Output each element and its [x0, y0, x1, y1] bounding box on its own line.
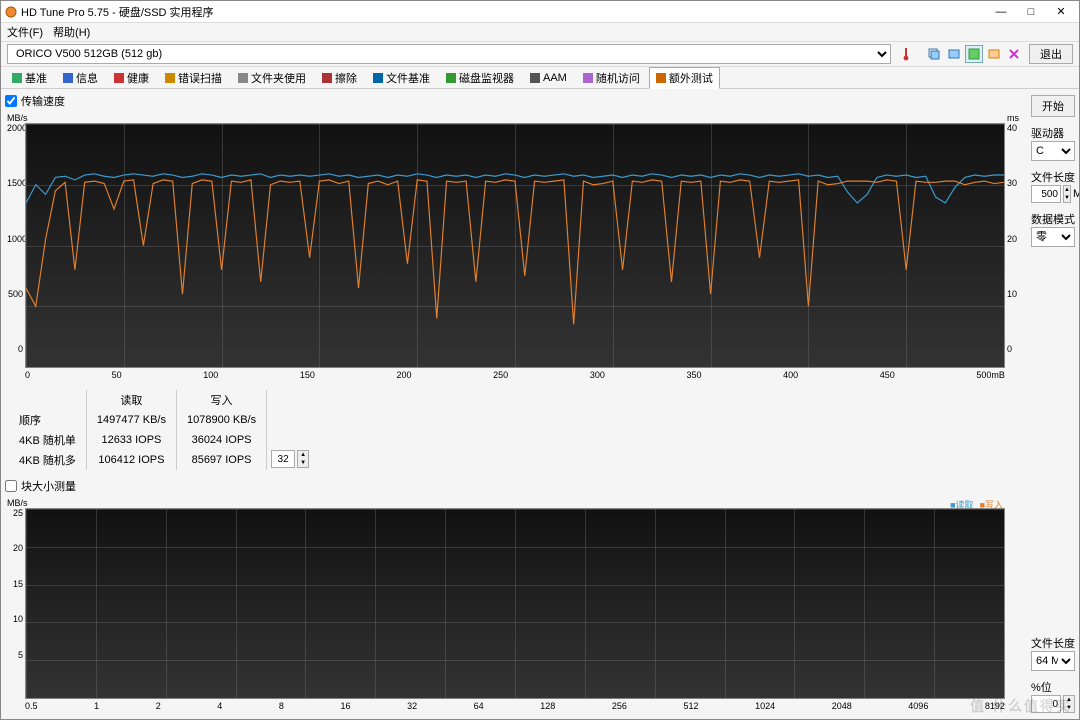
- tab-10[interactable]: 额外测试: [649, 67, 720, 89]
- filelen-spinner[interactable]: ▲▼: [1063, 185, 1071, 203]
- drive-select[interactable]: C: [1031, 141, 1075, 161]
- tool-options-icon[interactable]: [985, 45, 1003, 63]
- threads-input[interactable]: [271, 450, 295, 468]
- menu-file[interactable]: 文件(F): [7, 24, 43, 40]
- transfer-speed-checkbox[interactable]: 传输速度: [5, 93, 1023, 109]
- app-icon: [5, 6, 17, 18]
- maximize-button[interactable]: □: [1017, 3, 1045, 21]
- y-axis-left: 2000150010005000: [7, 123, 23, 354]
- y-unit-right: ms: [1007, 113, 1019, 123]
- tab-6[interactable]: 文件基准: [366, 67, 437, 89]
- misc-spinner[interactable]: ▲▼: [1063, 695, 1075, 713]
- misc-input[interactable]: [1031, 695, 1061, 713]
- blocksize-checkbox[interactable]: 块大小测量: [5, 478, 1023, 494]
- minimize-button[interactable]: —: [987, 3, 1015, 21]
- temperature-icon[interactable]: [897, 45, 915, 63]
- tab-9[interactable]: 随机访问: [576, 67, 647, 89]
- device-selector[interactable]: ORICO V500 512GB (512 gb): [7, 44, 891, 64]
- device-toolbar: ORICO V500 512GB (512 gb) 退出: [1, 41, 1079, 67]
- filelen-label: 文件长度: [1031, 169, 1075, 185]
- menubar: 文件(F) 帮助(H): [1, 23, 1079, 41]
- drive-label: 驱动器: [1031, 125, 1075, 141]
- filelen-input[interactable]: [1031, 185, 1061, 203]
- blocksize-chart: [25, 508, 1005, 699]
- tab-4[interactable]: 文件夹使用: [231, 67, 313, 89]
- y-axis-right: 403020100: [1007, 123, 1019, 354]
- tab-1[interactable]: 信息: [56, 67, 105, 89]
- side-panel: 开始 驱动器 C 文件长度 ▲▼MB 数据模式 零 文件长度 64 MB %位 …: [1027, 89, 1079, 719]
- close-button[interactable]: ✕: [1047, 3, 1075, 21]
- tab-0[interactable]: 基准: [5, 67, 54, 89]
- start-button[interactable]: 开始: [1031, 95, 1075, 117]
- tab-8[interactable]: AAM: [523, 69, 574, 87]
- titlebar: HD Tune Pro 5.75 - 硬盘/SSD 实用程序 — □ ✕: [1, 1, 1079, 23]
- transfer-rate-chart: [25, 123, 1005, 368]
- tool-copy-icon[interactable]: [925, 45, 943, 63]
- tool-misc-icon[interactable]: [1005, 45, 1023, 63]
- datamode-label: 数据模式: [1031, 211, 1075, 227]
- results-table: 读取写入顺序1497477 KB/s1078900 KB/s4KB 随机单126…: [9, 390, 1023, 470]
- x-axis: 050100150200250300350400450500mB: [25, 370, 1005, 380]
- filelen2-label: 文件长度: [1031, 635, 1075, 651]
- tool-screenshot-icon[interactable]: [945, 45, 963, 63]
- misc-label: %位: [1031, 679, 1075, 695]
- threads-spinner[interactable]: ▲▼: [297, 450, 309, 468]
- menu-help[interactable]: 帮助(H): [53, 24, 90, 40]
- y-unit-left-2: MB/s: [7, 498, 28, 508]
- tool-save-icon[interactable]: [965, 45, 983, 63]
- y-unit-left: MB/s: [7, 113, 28, 123]
- exit-button[interactable]: 退出: [1029, 44, 1073, 64]
- filelen2-select[interactable]: 64 MB: [1031, 651, 1075, 671]
- tabbar: 基准信息健康错误扫描文件夹使用擦除文件基准磁盘监视器AAM随机访问额外测试: [1, 67, 1079, 89]
- tab-3[interactable]: 错误扫描: [158, 67, 229, 89]
- tab-5[interactable]: 擦除: [315, 67, 364, 89]
- window-title: HD Tune Pro 5.75 - 硬盘/SSD 实用程序: [21, 4, 987, 20]
- tab-2[interactable]: 健康: [107, 67, 156, 89]
- y-axis-left-2: 252015105: [7, 508, 23, 685]
- x-axis-2: 0.512481632641282565121024204840968192: [25, 701, 1005, 711]
- tab-7[interactable]: 磁盘监视器: [439, 67, 521, 89]
- datamode-select[interactable]: 零: [1031, 227, 1075, 247]
